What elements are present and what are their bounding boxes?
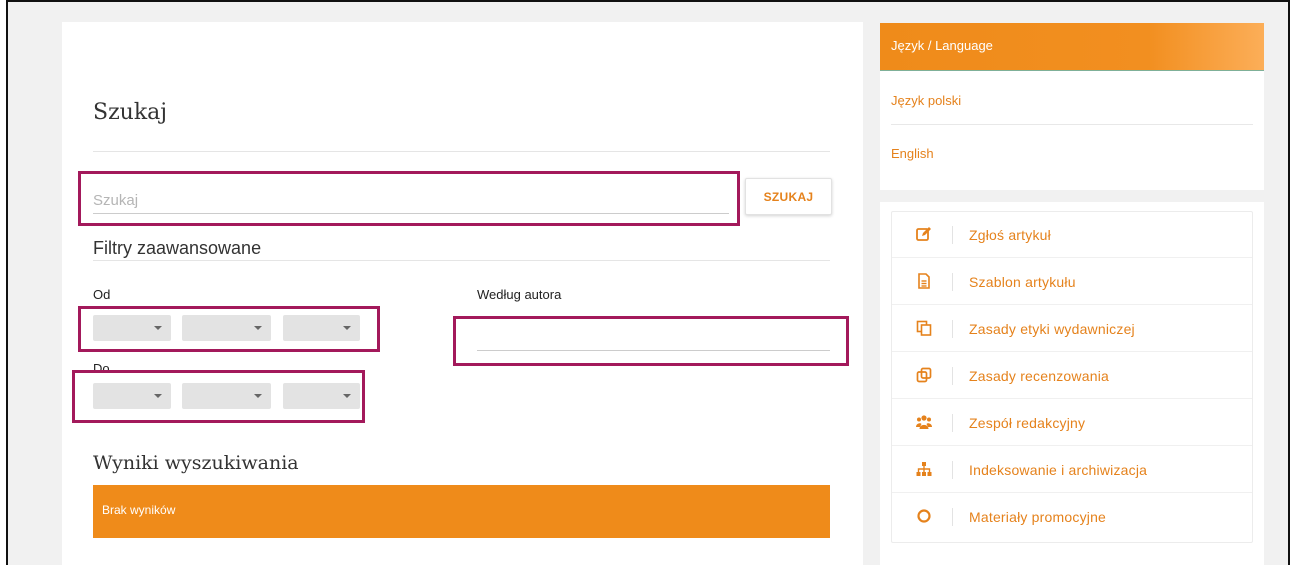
clone-icon <box>916 367 932 383</box>
sidebar-item-editorial-team[interactable]: Zespół redakcyjny <box>892 400 1252 446</box>
sitemap-icon <box>916 461 932 477</box>
advanced-filters-title: Filtry zaawansowane <box>93 238 262 258</box>
to-month-select[interactable] <box>182 383 271 409</box>
from-year-select[interactable] <box>283 315 360 341</box>
from-label: Od <box>93 287 111 302</box>
sidebar-item-indexing[interactable]: Indeksowanie i archiwizacja <box>892 447 1252 493</box>
no-results-alert: Brak wyników <box>93 485 830 538</box>
to-day-select[interactable] <box>93 383 171 409</box>
menu-divider <box>952 508 953 526</box>
menu-divider <box>952 226 953 244</box>
chevron-down-icon <box>343 326 351 330</box>
title-divider <box>93 151 830 152</box>
search-button[interactable]: SZUKAJ <box>745 178 832 215</box>
language-divider <box>891 124 1253 125</box>
from-day-select[interactable] <box>93 315 171 341</box>
from-month-select[interactable] <box>182 315 271 341</box>
sidebar-item-label: Zgłoś artykuł <box>969 227 1051 243</box>
sidebar-item-submit-article[interactable]: Zgłoś artykuł <box>892 212 1252 258</box>
sidebar-item-promo-materials[interactable]: Materiały promocyjne <box>892 494 1252 540</box>
to-label: Do <box>93 361 110 376</box>
language-card: Język / Language Język polski English <box>880 23 1264 190</box>
menu-divider <box>952 461 953 479</box>
sidebar-menu-card: Zgłoś artykuł Szablon artykułu Zasady et… <box>880 202 1264 565</box>
menu-divider <box>952 320 953 338</box>
sidebar-item-label: Materiały promocyjne <box>969 509 1107 525</box>
page-title: Szukaj <box>93 100 168 125</box>
circle-icon <box>916 508 932 524</box>
sidebar-item-publication-ethics[interactable]: Zasady etyki wydawniczej <box>892 306 1252 352</box>
chevron-down-icon <box>154 394 162 398</box>
sidebar-item-label: Zespół redakcyjny <box>969 415 1086 431</box>
author-label: Według autora <box>477 287 562 302</box>
copy-icon <box>916 320 932 336</box>
search-input[interactable] <box>93 188 729 214</box>
to-year-select[interactable] <box>283 383 360 409</box>
sidebar-item-label: Indeksowanie i archiwizacja <box>969 462 1148 478</box>
sidebar-item-label: Zasady etyki wydawniczej <box>969 321 1135 337</box>
chevron-down-icon <box>154 326 162 330</box>
sidebar-item-article-template[interactable]: Szablon artykułu <box>892 259 1252 305</box>
filters-divider <box>93 260 830 261</box>
document-icon <box>916 273 932 289</box>
language-header: Język / Language <box>880 23 1264 71</box>
results-title: Wyniki wyszukiwania <box>93 452 299 474</box>
menu-divider <box>952 414 953 432</box>
menu-divider <box>952 273 953 291</box>
chevron-down-icon <box>254 326 262 330</box>
sidebar-menu: Zgłoś artykuł Szablon artykułu Zasady et… <box>891 211 1253 543</box>
sidebar-item-label: Zasady recenzowania <box>969 368 1109 384</box>
chevron-down-icon <box>254 394 262 398</box>
menu-divider <box>952 367 953 385</box>
chevron-down-icon <box>343 394 351 398</box>
edit-icon <box>916 226 932 242</box>
sidebar-item-label: Szablon artykułu <box>969 274 1076 290</box>
sidebar-item-review-rules[interactable]: Zasady recenzowania <box>892 353 1252 399</box>
main-panel: Szukaj SZUKAJ Filtry zaawansowane Od Do … <box>62 22 863 565</box>
author-input[interactable] <box>477 328 830 351</box>
language-option-polish[interactable]: Język polski <box>891 93 961 108</box>
users-icon <box>916 414 932 430</box>
language-option-english[interactable]: English <box>891 146 934 161</box>
